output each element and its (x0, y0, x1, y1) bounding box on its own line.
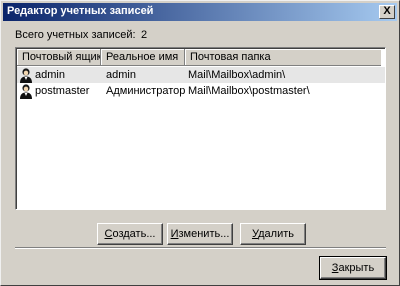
cell-mailbox: postmaster (35, 85, 90, 97)
cell-real-name: admin (106, 69, 136, 81)
cell-folder: Mail\Mailbox\admin\ (188, 69, 286, 81)
close-window-button[interactable]: X (379, 5, 395, 19)
create-button[interactable]: Создать... (97, 223, 163, 245)
window-title: Редактор учетных записей (7, 5, 154, 17)
edit-button[interactable]: Изменить... (167, 223, 233, 245)
close-icon: X (383, 5, 391, 17)
close-label: акрыть (338, 262, 375, 274)
table-row[interactable]: admin admin Mail\Mailbox\admin\ (17, 67, 385, 83)
user-icon (20, 84, 32, 99)
close-button[interactable]: Закрыть (319, 256, 387, 280)
column-header-folder[interactable]: Почтовая папка (185, 49, 381, 66)
delete-label: далить (258, 228, 294, 240)
divider (15, 247, 386, 249)
accounts-list[interactable]: Почтовый ящик Реальное имя Почтовая папк… (15, 47, 386, 210)
account-count-value: 2 (141, 29, 148, 41)
table-row[interactable]: postmaster Администратор Mail\Mailbox\po… (17, 83, 385, 99)
cell-folder: Mail\Mailbox\postmaster\ (188, 85, 310, 97)
column-header-mailbox[interactable]: Почтовый ящик (17, 49, 101, 66)
account-count-label: Всего учетных записей: (15, 29, 136, 41)
title-bar[interactable]: Редактор учетных записей X (3, 3, 397, 21)
delete-button[interactable]: Удалить (240, 223, 306, 245)
create-label: оздать... (112, 228, 156, 240)
edit-label: зменить... (178, 228, 230, 240)
account-editor-dialog: Редактор учетных записей X Всего учетных… (0, 0, 400, 286)
edit-mnemonic: И (170, 228, 179, 240)
user-icon (20, 68, 32, 83)
cell-mailbox: admin (35, 69, 65, 81)
cell-real-name: Администратор (106, 85, 186, 97)
list-header: Почтовый ящик Реальное имя Почтовая папк… (17, 49, 381, 66)
column-header-real-name[interactable]: Реальное имя (101, 49, 185, 66)
